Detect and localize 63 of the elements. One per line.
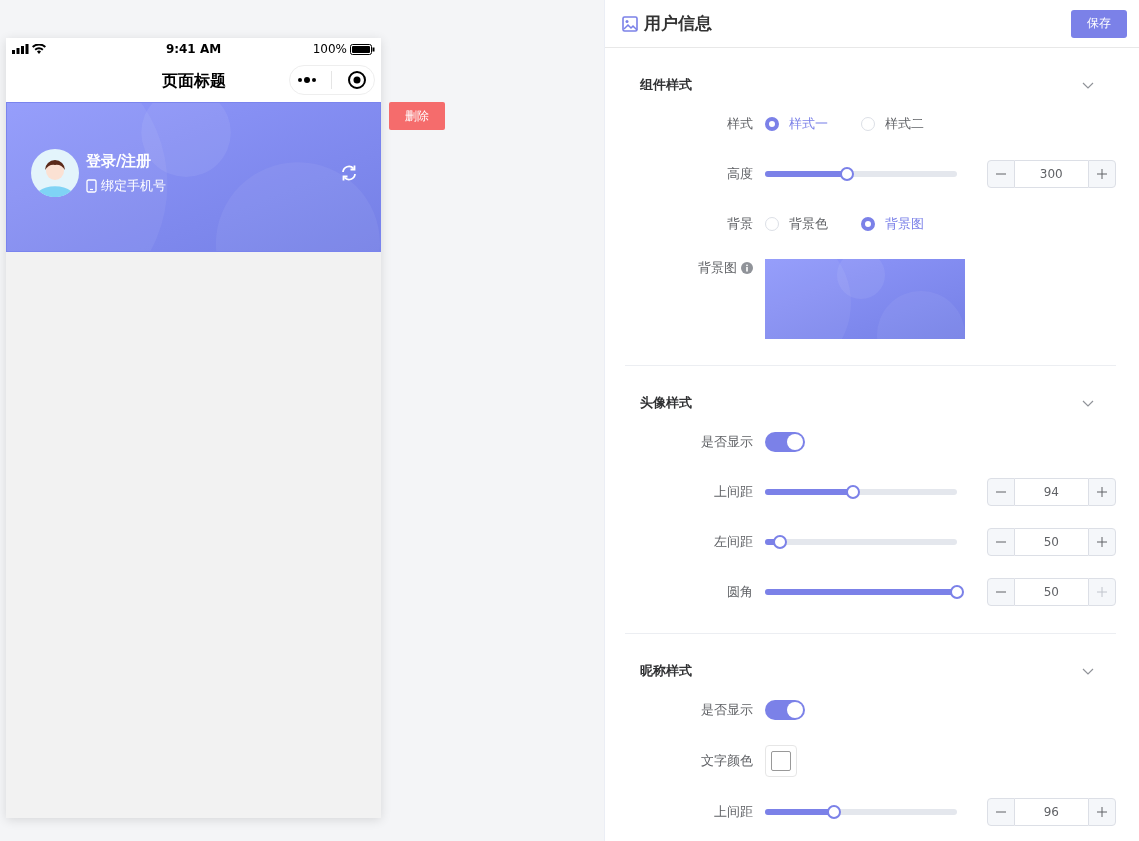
- toggle-switch[interactable]: [765, 432, 805, 452]
- field-label: 上间距: [713, 803, 753, 821]
- decrement-button[interactable]: [986, 578, 1015, 606]
- save-button[interactable]: 保存: [1071, 9, 1127, 38]
- field-label: 高度: [726, 165, 753, 183]
- field-label: 样式: [727, 115, 753, 133]
- field-label: 背景图: [698, 259, 737, 277]
- section-title: 组件样式: [640, 76, 692, 94]
- radio-option[interactable]: 背景色: [765, 215, 861, 233]
- chevron-icon[interactable]: [1082, 81, 1094, 89]
- image-icon: [622, 15, 638, 32]
- increment-button[interactable]: [1088, 160, 1116, 188]
- number-field[interactable]: 50: [1014, 528, 1088, 556]
- field-label: 上间距: [713, 483, 753, 501]
- chevron-icon[interactable]: [1082, 667, 1094, 675]
- slider-handle[interactable]: [949, 585, 964, 599]
- slider-handle[interactable]: [772, 535, 787, 549]
- battery-icon: [350, 43, 375, 55]
- decrement-button[interactable]: [986, 798, 1015, 826]
- field-label: 背景: [727, 215, 753, 233]
- refresh-icon[interactable]: [340, 164, 358, 182]
- radio-option[interactable]: 样式一: [765, 115, 861, 133]
- increment-button[interactable]: [1088, 528, 1116, 556]
- slider-handle[interactable]: [826, 805, 841, 819]
- chevron-icon[interactable]: [1082, 399, 1094, 407]
- number-field[interactable]: 300: [1014, 160, 1088, 188]
- radio-option[interactable]: 样式二: [861, 115, 957, 133]
- plus-icon: [1097, 807, 1107, 817]
- plus-icon: [1097, 169, 1107, 179]
- number-field[interactable]: 50: [1014, 578, 1088, 606]
- plus-icon: [1097, 537, 1107, 547]
- wifi-icon: [32, 44, 46, 54]
- slider-handle[interactable]: [840, 167, 855, 181]
- plus-icon: [1097, 487, 1107, 497]
- status-time: 9:41 AM: [165, 42, 222, 56]
- more-icon[interactable]: [297, 77, 318, 83]
- decrement-button[interactable]: [986, 478, 1015, 506]
- color-picker[interactable]: [765, 745, 797, 777]
- phone-icon: [86, 178, 97, 193]
- battery-percent: 100%: [312, 42, 347, 56]
- plus-icon: [1097, 587, 1107, 597]
- radio-option[interactable]: 背景图: [861, 215, 957, 233]
- section-title: 昵称样式: [640, 662, 692, 680]
- field-label: 圆角: [726, 583, 753, 601]
- field-label: 左间距: [713, 533, 753, 551]
- field-label: 是否显示: [701, 433, 753, 451]
- field-label: 文字颜色: [701, 752, 753, 770]
- info-icon[interactable]: [741, 262, 753, 274]
- panel-title: 用户信息: [644, 12, 713, 35]
- increment-button[interactable]: [1088, 478, 1116, 506]
- page-title: 页面标题: [161, 70, 226, 92]
- field-label: 是否显示: [701, 701, 753, 719]
- section-title: 头像样式: [640, 394, 692, 412]
- avatar-icon: [31, 149, 79, 197]
- signal-icon: [12, 44, 29, 54]
- toggle-switch[interactable]: [765, 700, 805, 720]
- decrement-button[interactable]: [986, 528, 1015, 556]
- target-icon[interactable]: [346, 70, 367, 90]
- number-field[interactable]: 96: [1014, 798, 1088, 826]
- number-field[interactable]: 94: [1014, 478, 1088, 506]
- increment-button[interactable]: [1088, 798, 1116, 826]
- decrement-button[interactable]: [986, 160, 1015, 188]
- slider-handle[interactable]: [845, 485, 860, 499]
